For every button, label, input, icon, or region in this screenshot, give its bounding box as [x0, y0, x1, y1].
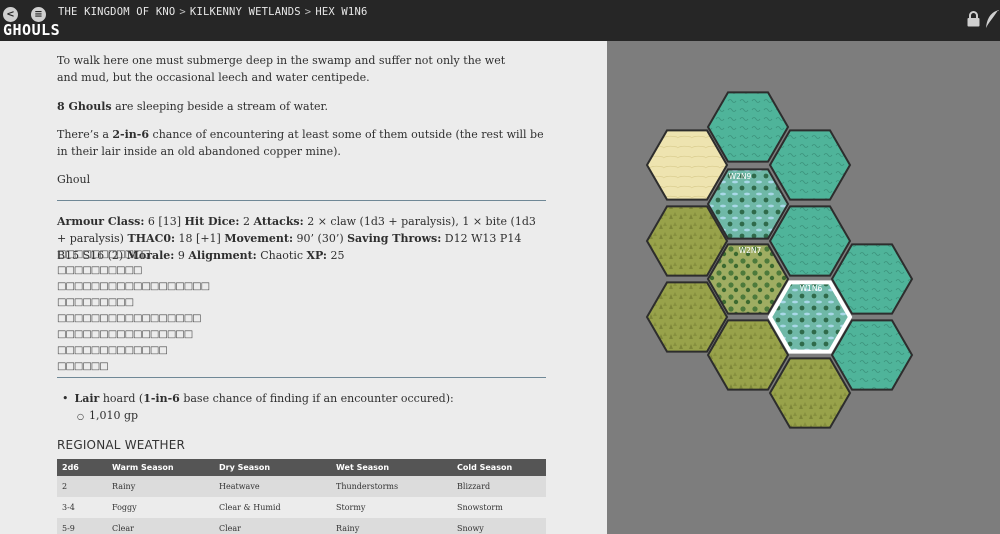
page-title: GHOULS [3, 21, 61, 39]
breadcrumb: THE KINGDOM OF KNO > KILKENNY WETLANDS > HEX… [58, 6, 368, 18]
hp-checkboxes[interactable]: □□□□□□□□□□□□□□□□ [57, 326, 209, 342]
divider [57, 377, 546, 378]
feather-icon[interactable] [985, 9, 1000, 29]
list-item: Lair hoard (1-in-6 base chance of findin… [62, 390, 454, 407]
stat-label: XP: [306, 249, 327, 262]
list-item: 1,010 gp [62, 407, 454, 425]
stat-value: 90’ (30’) [293, 232, 348, 245]
table-cell: Clear [214, 518, 331, 534]
breadcrumb-hex[interactable]: HEX W1N6 [315, 6, 367, 18]
breadcrumb-separator: > [304, 6, 312, 18]
hp-checkboxes[interactable]: □□□□□□□□□□□□□ [57, 342, 209, 358]
table-cell: Clear [107, 518, 214, 534]
intro-text: To walk here one must submerge deep in t… [57, 54, 506, 84]
share-icon[interactable]: < [3, 7, 18, 22]
stat-label: Movement: [224, 232, 294, 245]
encounter-chance-pre: There’s a [57, 128, 113, 141]
column-header: Wet Season [331, 459, 452, 476]
table-cell: Rainy [107, 476, 214, 497]
hex-map[interactable]: W2N9 W2N7 W1N6 [607, 41, 1000, 534]
table-row: 3-4 Foggy Clear & Humid Stormy Snowstorm [57, 497, 546, 518]
hp-checkboxes[interactable]: □□□□□□□□□□□□□□□□□ [57, 310, 209, 326]
column-header: Warm Season [107, 459, 214, 476]
stat-label: THAC0: [127, 232, 176, 245]
hex-label-w2n9: W2N9 [729, 172, 752, 181]
hp-checkboxes[interactable]: □□□□□□ [57, 358, 209, 374]
table-cell: 5-9 [57, 518, 107, 534]
treasure-value: 1,010 gp [88, 409, 139, 422]
stat-value: 25 [327, 249, 345, 262]
column-header: 2d6 [57, 459, 107, 476]
hex-label-w1n6: W1N6 [800, 284, 823, 293]
content-panel: To walk here one must submerge deep in t… [0, 41, 607, 534]
lair-list: Lair hoard (1-in-6 base chance of findin… [62, 390, 454, 425]
hex-swamp[interactable] [768, 205, 852, 277]
hex-label-w2n7: W2N7 [739, 246, 762, 255]
table-cell: Stormy [331, 497, 452, 518]
breadcrumb-region[interactable]: KILKENNY WETLANDS [190, 6, 301, 18]
menu-icon[interactable]: ≡ [31, 7, 46, 22]
lair-chance: 1-in-6 [143, 392, 180, 405]
weather-table: 2d6 Warm Season Dry Season Wet Season Co… [57, 459, 546, 534]
table-cell: 3-4 [57, 497, 107, 518]
stat-label: Attacks: [253, 215, 304, 228]
encounter-chance-bold: 2-in-6 [112, 128, 150, 141]
encounter-chance: There’s a 2-in-6 chance of encountering … [57, 126, 546, 160]
encounter-count: 8 Ghouls are sleeping beside a stream of… [57, 98, 328, 115]
table-cell: Snowstorm [452, 497, 546, 518]
table-cell: Blizzard [452, 476, 546, 497]
lair-text: hoard ( [99, 392, 144, 405]
lock-icon[interactable] [967, 11, 980, 27]
column-header: Cold Season [452, 459, 546, 476]
table-row: 5-9 Clear Clear Rainy Snowy [57, 518, 546, 534]
lair-label: Lair [74, 392, 100, 405]
table-cell: Clear & Humid [214, 497, 331, 518]
hp-checkboxes[interactable]: □□□□□□□□□ [57, 294, 209, 310]
hp-checkboxes[interactable]: □□□□□□□□□□ [57, 262, 209, 278]
hex-swamp[interactable] [768, 129, 852, 201]
table-cell: 2 [57, 476, 107, 497]
hp-checkboxes[interactable]: □□□□□□□□□□□□□□□□□□ [57, 278, 210, 294]
table-cell: Foggy [107, 497, 214, 518]
breadcrumb-separator: > [179, 6, 186, 18]
table-header-row: 2d6 Warm Season Dry Season Wet Season Co… [57, 459, 546, 476]
stat-label: Armour Class: [57, 215, 145, 228]
stat-label: Saving Throws: [347, 232, 442, 245]
hit-point-trackers: □□□□□□□□□□□ □□□□□□□□□□ □□□□□□□□□□□□□□□□□… [57, 246, 210, 374]
hex-map-canvas[interactable]: W2N9 W2N7 W1N6 [607, 41, 1000, 534]
table-cell: Snowy [452, 518, 546, 534]
stat-value: 6 [13] [144, 215, 185, 228]
encounter-count-text: are sleeping beside a stream of water. [111, 100, 329, 113]
encounter-count-bold: 8 Ghouls [57, 100, 112, 113]
stat-value: 18 [+1] [175, 232, 225, 245]
stat-label: Hit Dice: [184, 215, 240, 228]
column-header: Dry Season [214, 459, 331, 476]
table-cell: Thunderstorms [331, 476, 452, 497]
hex-grid [645, 91, 914, 429]
hex-forest[interactable] [768, 357, 852, 429]
breadcrumb-kingdom[interactable]: THE KINGDOM OF KNO [58, 6, 175, 18]
table-cell: Heatwave [214, 476, 331, 497]
divider [57, 200, 546, 201]
table-row: 2 Rainy Heatwave Thunderstorms Blizzard [57, 476, 546, 497]
top-bar: < ≡ THE KINGDOM OF KNO > KILKENNY WETLANDS… [0, 0, 1000, 41]
hp-checkboxes[interactable]: □□□□□□□□□□□ [57, 246, 209, 262]
stat-value: Chaotic [256, 249, 307, 262]
table-cell: Rainy [331, 518, 452, 534]
stat-value: 2 [239, 215, 254, 228]
weather-heading: REGIONAL WEATHER [57, 438, 186, 452]
lair-tail: base chance of finding if an encounter o… [179, 392, 454, 405]
monster-name: Ghoul [57, 173, 91, 186]
